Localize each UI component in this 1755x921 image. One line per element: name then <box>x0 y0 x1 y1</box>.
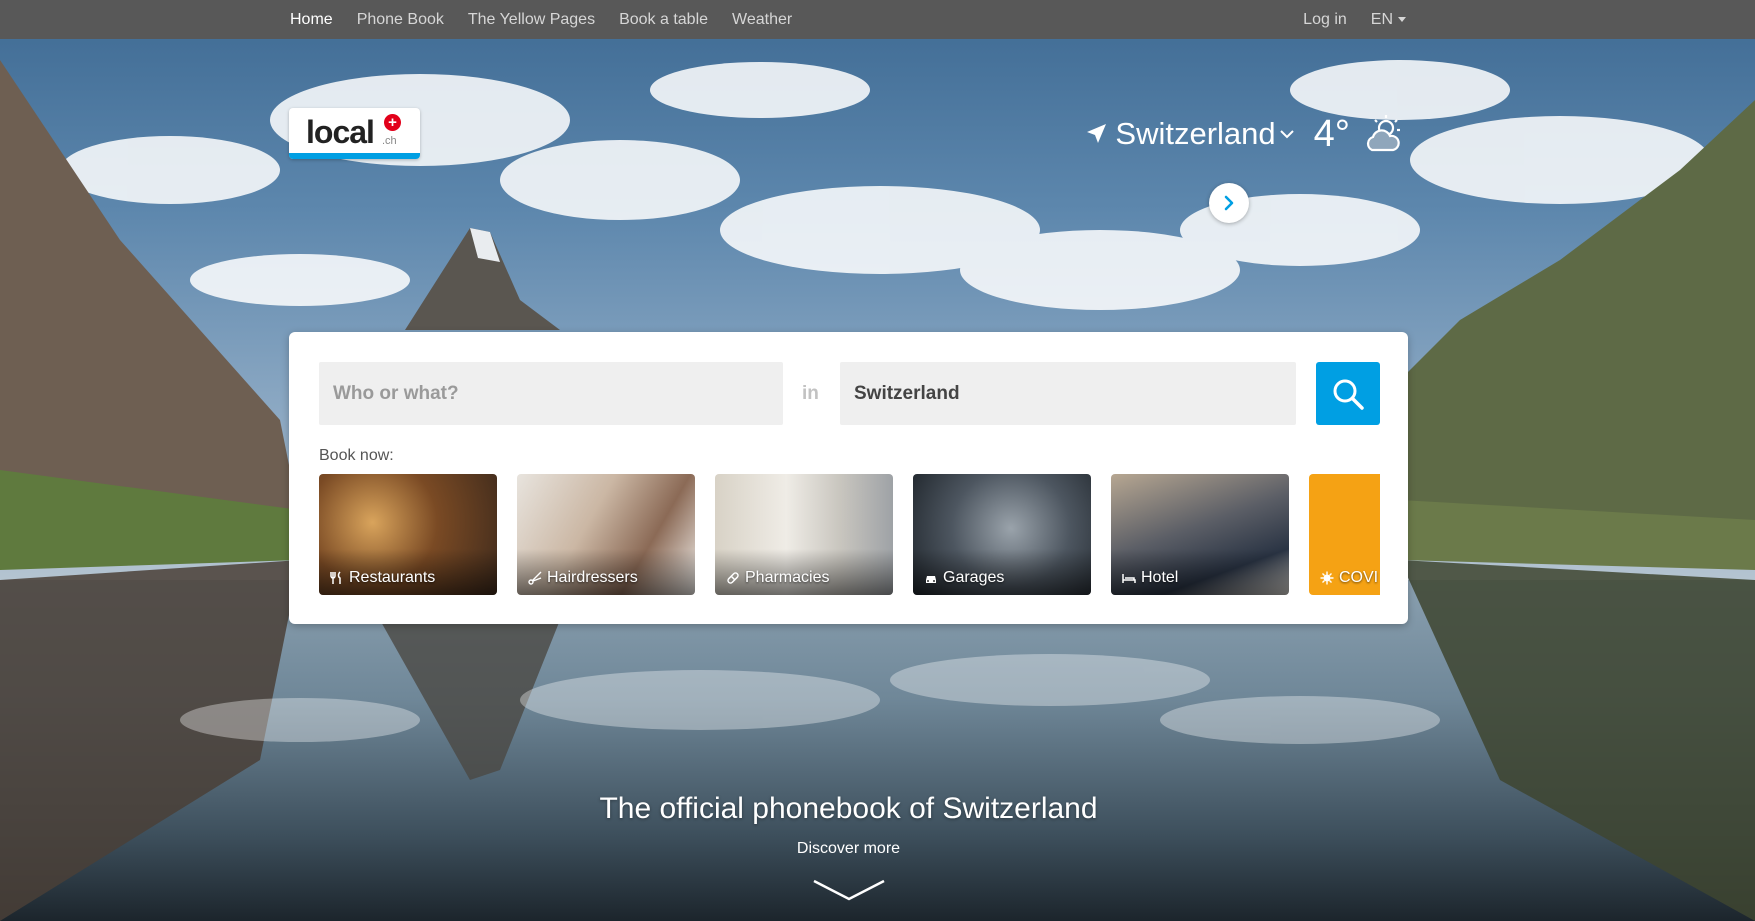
temperature[interactable]: 4° <box>1314 113 1350 156</box>
location-selector[interactable]: Switzerland <box>1115 116 1275 152</box>
search-icon <box>1333 379 1364 410</box>
local-ch-logo[interactable]: local + .ch <box>289 108 420 159</box>
nav-yellow-pages[interactable]: The Yellow Pages <box>468 11 595 29</box>
tile-label: Restaurants <box>330 569 435 587</box>
hero-tagline: The official phonebook of Switzerland <box>599 792 1098 825</box>
scissors-icon <box>528 571 542 585</box>
category-tile-hotel[interactable]: Hotel <box>1111 474 1289 595</box>
tile-label-text: COVI <box>1339 569 1379 586</box>
logo-stripe <box>289 153 420 159</box>
search-button[interactable] <box>1316 362 1380 425</box>
category-tile-covid[interactable]: COVI <box>1309 474 1380 595</box>
tile-label: Pharmacies <box>726 569 829 587</box>
login-link[interactable]: Log in <box>1303 11 1347 29</box>
category-tile-pharmacies[interactable]: Pharmacies <box>715 474 893 595</box>
language-selector[interactable]: EN <box>1371 11 1406 29</box>
language-label: EN <box>1370 10 1393 28</box>
nav-weather[interactable]: Weather <box>732 11 792 29</box>
category-tile-hairdressers[interactable]: Hairdressers <box>517 474 695 595</box>
caret-down-icon <box>1398 16 1406 22</box>
pill-icon <box>727 572 739 584</box>
what-search-input[interactable]: Who or what? <box>319 362 783 425</box>
tile-label: Hotel <box>1122 569 1178 587</box>
carousel-next-button[interactable] <box>1209 183 1249 223</box>
logo-wordmark: local <box>306 114 375 150</box>
main-menu: Home Phone Book The Yellow Pages Book a … <box>290 0 816 39</box>
category-tile-restaurants[interactable]: Restaurants <box>319 474 497 595</box>
chevron-right-icon <box>1224 195 1234 211</box>
discover-more-link[interactable]: Discover more <box>0 840 1697 858</box>
location-arrow-icon[interactable] <box>1085 123 1107 145</box>
virus-icon <box>1320 571 1334 585</box>
tile-label: Garages <box>924 569 1004 587</box>
in-label: in <box>802 383 819 404</box>
category-carousel: Restaurants Hairdressers Pharmacies Gara… <box>319 474 1380 595</box>
top-navigation: Home Phone Book The Yellow Pages Book a … <box>0 0 1755 39</box>
tile-label: COVI <box>1320 569 1378 587</box>
where-search-input[interactable]: Switzerland <box>840 362 1296 425</box>
category-tile-garages[interactable]: Garages <box>913 474 1091 595</box>
bed-icon <box>1122 574 1136 583</box>
logo-suffix: .ch <box>382 135 397 147</box>
tile-label-text: Restaurants <box>349 569 436 586</box>
swiss-cross-icon: + <box>384 114 401 131</box>
tile-label-text: Garages <box>943 569 1005 586</box>
car-icon <box>926 576 936 583</box>
nav-book-a-table[interactable]: Book a table <box>619 11 708 29</box>
fork-knife-icon <box>330 571 341 584</box>
tile-label-text: Pharmacies <box>745 569 830 586</box>
chevron-down-icon[interactable] <box>1279 129 1294 139</box>
location-weather: Switzerland 4° <box>1085 112 1402 156</box>
tile-label-text: Hotel <box>1141 569 1179 586</box>
tile-label-text: Hairdressers <box>547 569 638 586</box>
account-menu: Log in EN <box>1279 0 1406 39</box>
scroll-down-chevron-icon[interactable] <box>812 878 886 902</box>
search-panel: Who or what? in Switzerland Book now: Re… <box>289 332 1408 624</box>
book-now-label: Book now: <box>319 447 394 464</box>
nav-phone-book[interactable]: Phone Book <box>357 11 444 29</box>
nav-home[interactable]: Home <box>290 11 333 29</box>
tile-label: Hairdressers <box>528 569 638 587</box>
partly-cloudy-icon[interactable] <box>1364 114 1402 154</box>
